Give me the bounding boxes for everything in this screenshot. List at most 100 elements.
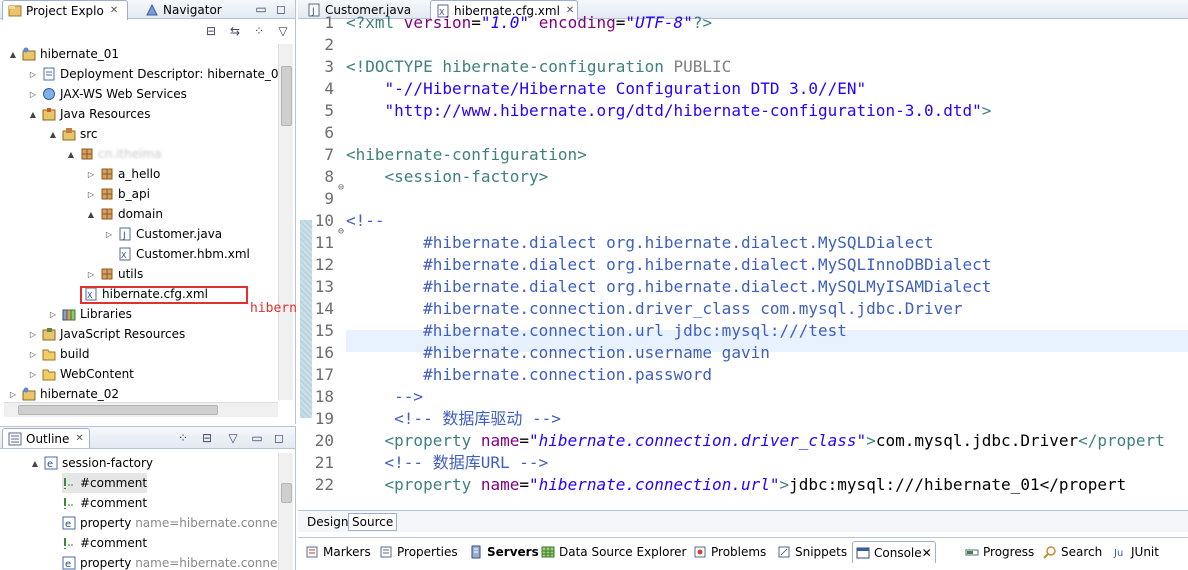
tab-markers[interactable]: Markers — [302, 541, 374, 563]
outline-item-selected[interactable]: #comment — [62, 473, 148, 493]
code-line[interactable]: <session-factory> — [346, 166, 549, 188]
close-icon[interactable]: ✕ — [75, 433, 83, 444]
outline-item[interactable]: ▲ e session-factory — [30, 453, 153, 473]
view-menu-icon[interactable]: ▽ — [225, 430, 241, 446]
tree-item[interactable]: ▷ b_api — [86, 184, 150, 204]
code-line[interactable]: <?xml version="1.0" encoding="UTF-8"?> — [346, 12, 712, 34]
view-menu-icon[interactable]: ▽ — [275, 23, 291, 39]
code-line[interactable]: #hibernate.connection.password — [346, 364, 712, 386]
tab-navigator[interactable]: Navigator — [140, 0, 227, 19]
tree-twisty[interactable]: ▷ — [104, 230, 114, 239]
collapse-all-icon[interactable]: ⊟ — [203, 23, 219, 39]
tree-twisty[interactable]: ▷ — [28, 90, 38, 99]
scrollbar-thumb[interactable] — [281, 483, 292, 503]
tree-twisty[interactable]: ▷ — [28, 370, 38, 379]
code-line[interactable]: #hibernate.connection.username gavin — [346, 342, 770, 364]
tab-properties[interactable]: Properties — [376, 541, 461, 563]
tab-problems[interactable]: Problems — [690, 541, 769, 563]
tree-twisty[interactable]: ▷ — [28, 350, 38, 359]
code-line[interactable]: #hibernate.dialect org.hibernate.dialect… — [346, 232, 934, 254]
scrollbar-thumb[interactable] — [281, 66, 292, 126]
hide-icon[interactable]: ⁘ — [175, 430, 191, 446]
code-line[interactable]: <!-- 数据库驱动 --> — [346, 408, 561, 430]
maximize-icon[interactable]: ◻ — [271, 430, 287, 446]
tab-outline[interactable]: Outline ✕ — [2, 428, 90, 448]
tree-twisty[interactable]: ▷ — [86, 270, 96, 279]
fold-icon[interactable]: ⊖ — [338, 226, 344, 237]
tab-progress[interactable]: Progress — [962, 541, 1037, 563]
tab-junit[interactable]: Ju JUnit — [1110, 541, 1162, 563]
tree-item[interactable]: ▲ cn.itheima — [66, 144, 162, 164]
tree-twisty[interactable]: ▲ — [48, 130, 58, 139]
tab-design[interactable]: Design — [304, 513, 351, 531]
tree-item[interactable]: ▷ J Customer.java — [104, 224, 222, 244]
tree-item[interactable]: ▷ build — [28, 344, 90, 364]
code-line[interactable]: --> — [346, 386, 423, 408]
code-line[interactable]: "-//Hibernate/Hibernate Configuration DT… — [346, 78, 867, 100]
link-with-editor-icon[interactable]: ⇆ — [227, 23, 243, 39]
tab-label: Search — [1061, 545, 1103, 559]
code-area[interactable]: 1 <?xml version="1.0" encoding="UTF-8"?> 2… — [298, 13, 1188, 494]
collapse-all-icon[interactable]: ⊟ — [199, 430, 215, 446]
tree-twisty[interactable]: ▷ — [8, 390, 18, 399]
code-line[interactable]: <property name="hibernate.connection.url… — [346, 474, 1127, 496]
tree-twisty[interactable]: ▲ — [30, 459, 40, 468]
tree-item[interactable]: ▲ domain — [86, 204, 163, 224]
tree-twisty[interactable]: ▷ — [28, 330, 38, 339]
tree-twisty[interactable]: ▷ — [86, 190, 96, 199]
maximize-icon[interactable]: ◻ — [273, 1, 289, 17]
tree-twisty[interactable]: ▷ — [48, 310, 58, 319]
code-line[interactable]: <hibernate-configuration> — [346, 144, 587, 166]
tree-twisty[interactable]: ▲ — [66, 150, 76, 159]
code-line[interactable]: #hibernate.dialect org.hibernate.dialect… — [346, 276, 991, 298]
tree-item[interactable]: ▷ utils — [86, 264, 143, 284]
code-line[interactable]: <property name="hibernate.connection.dri… — [346, 430, 1165, 452]
explorer-vertical-scrollbar[interactable] — [278, 44, 293, 400]
outline-item[interactable]: #comment — [62, 493, 147, 513]
code-line[interactable]: <!-- 数据库URL --> — [346, 452, 549, 474]
tree-item[interactable]: ▷ Libraries — [48, 304, 132, 324]
tree-twisty[interactable]: ▷ — [86, 170, 96, 179]
outline-item[interactable]: #comment — [62, 533, 147, 553]
tree-item[interactable]: ▲ Java Resources — [28, 104, 151, 124]
tab-snippets[interactable]: Snippets — [774, 541, 850, 563]
tab-project-explorer[interactable]: Project Explo ✕ — [2, 0, 128, 20]
view-options-icon[interactable]: ⁘ — [251, 23, 267, 39]
tree-item[interactable]: ▷ JAX-WS Web Services — [28, 84, 187, 104]
outline-vertical-scrollbar[interactable] — [278, 453, 293, 570]
tab-console[interactable]: Console ✕ — [852, 541, 936, 563]
tree-twisty[interactable]: ▲ — [28, 110, 38, 119]
tree-item[interactable]: ▷ hibernate_02 — [8, 384, 119, 404]
line-number: 16 — [314, 343, 334, 362]
minimize-icon[interactable]: ▭ — [253, 1, 269, 17]
tree-item[interactable]: X Customer.hbm.xml — [118, 244, 250, 264]
fold-icon[interactable]: ⊖ — [338, 182, 344, 193]
tree-item[interactable]: ▷ WebContent — [28, 364, 134, 384]
code-line[interactable]: #hibernate.dialect org.hibernate.dialect… — [346, 254, 991, 276]
code-line[interactable]: #hibernate.connection.url jdbc:mysql:///… — [346, 320, 847, 342]
code-line[interactable]: <!-- — [346, 210, 385, 232]
explorer-horizontal-scrollbar[interactable] — [4, 402, 278, 417]
outline-item[interactable]: e property name=hibernate.conne — [62, 553, 277, 570]
tree-item[interactable]: ▷ JavaScript Resources — [28, 324, 185, 344]
code-line[interactable]: #hibernate.connection.driver_class com.m… — [346, 298, 962, 320]
scrollbar-thumb[interactable] — [18, 405, 218, 415]
code-line[interactable]: <!DOCTYPE hibernate-configuration PUBLIC — [346, 56, 731, 78]
tree-twisty[interactable]: ▲ — [86, 210, 96, 219]
code-line[interactable]: "http://www.hibernate.org/dtd/hibernate-… — [346, 100, 992, 122]
tree-item[interactable]: ▷ Deployment Descriptor: hibernate_0 — [28, 64, 279, 84]
close-icon[interactable]: ✕ — [922, 546, 932, 560]
tab-source[interactable]: Source — [348, 513, 398, 531]
java-resources-icon — [42, 107, 56, 121]
close-icon[interactable]: ✕ — [110, 5, 118, 16]
outline-item[interactable]: e property name=hibernate.conne — [62, 513, 277, 533]
tree-twisty[interactable]: ▲ — [8, 50, 18, 59]
minimize-icon[interactable]: ▭ — [249, 430, 265, 446]
tab-search[interactable]: Search — [1040, 541, 1105, 563]
tree-item[interactable]: ▲ src — [48, 124, 98, 144]
tree-twisty[interactable]: ▷ — [28, 70, 38, 79]
tree-item[interactable]: ▲ hibernate_01 — [8, 44, 119, 64]
tree-item[interactable]: ▷ a_hello — [86, 164, 160, 184]
tab-data-source-explorer[interactable]: Data Source Explorer — [538, 541, 689, 563]
tab-servers[interactable]: Servers — [466, 541, 542, 563]
